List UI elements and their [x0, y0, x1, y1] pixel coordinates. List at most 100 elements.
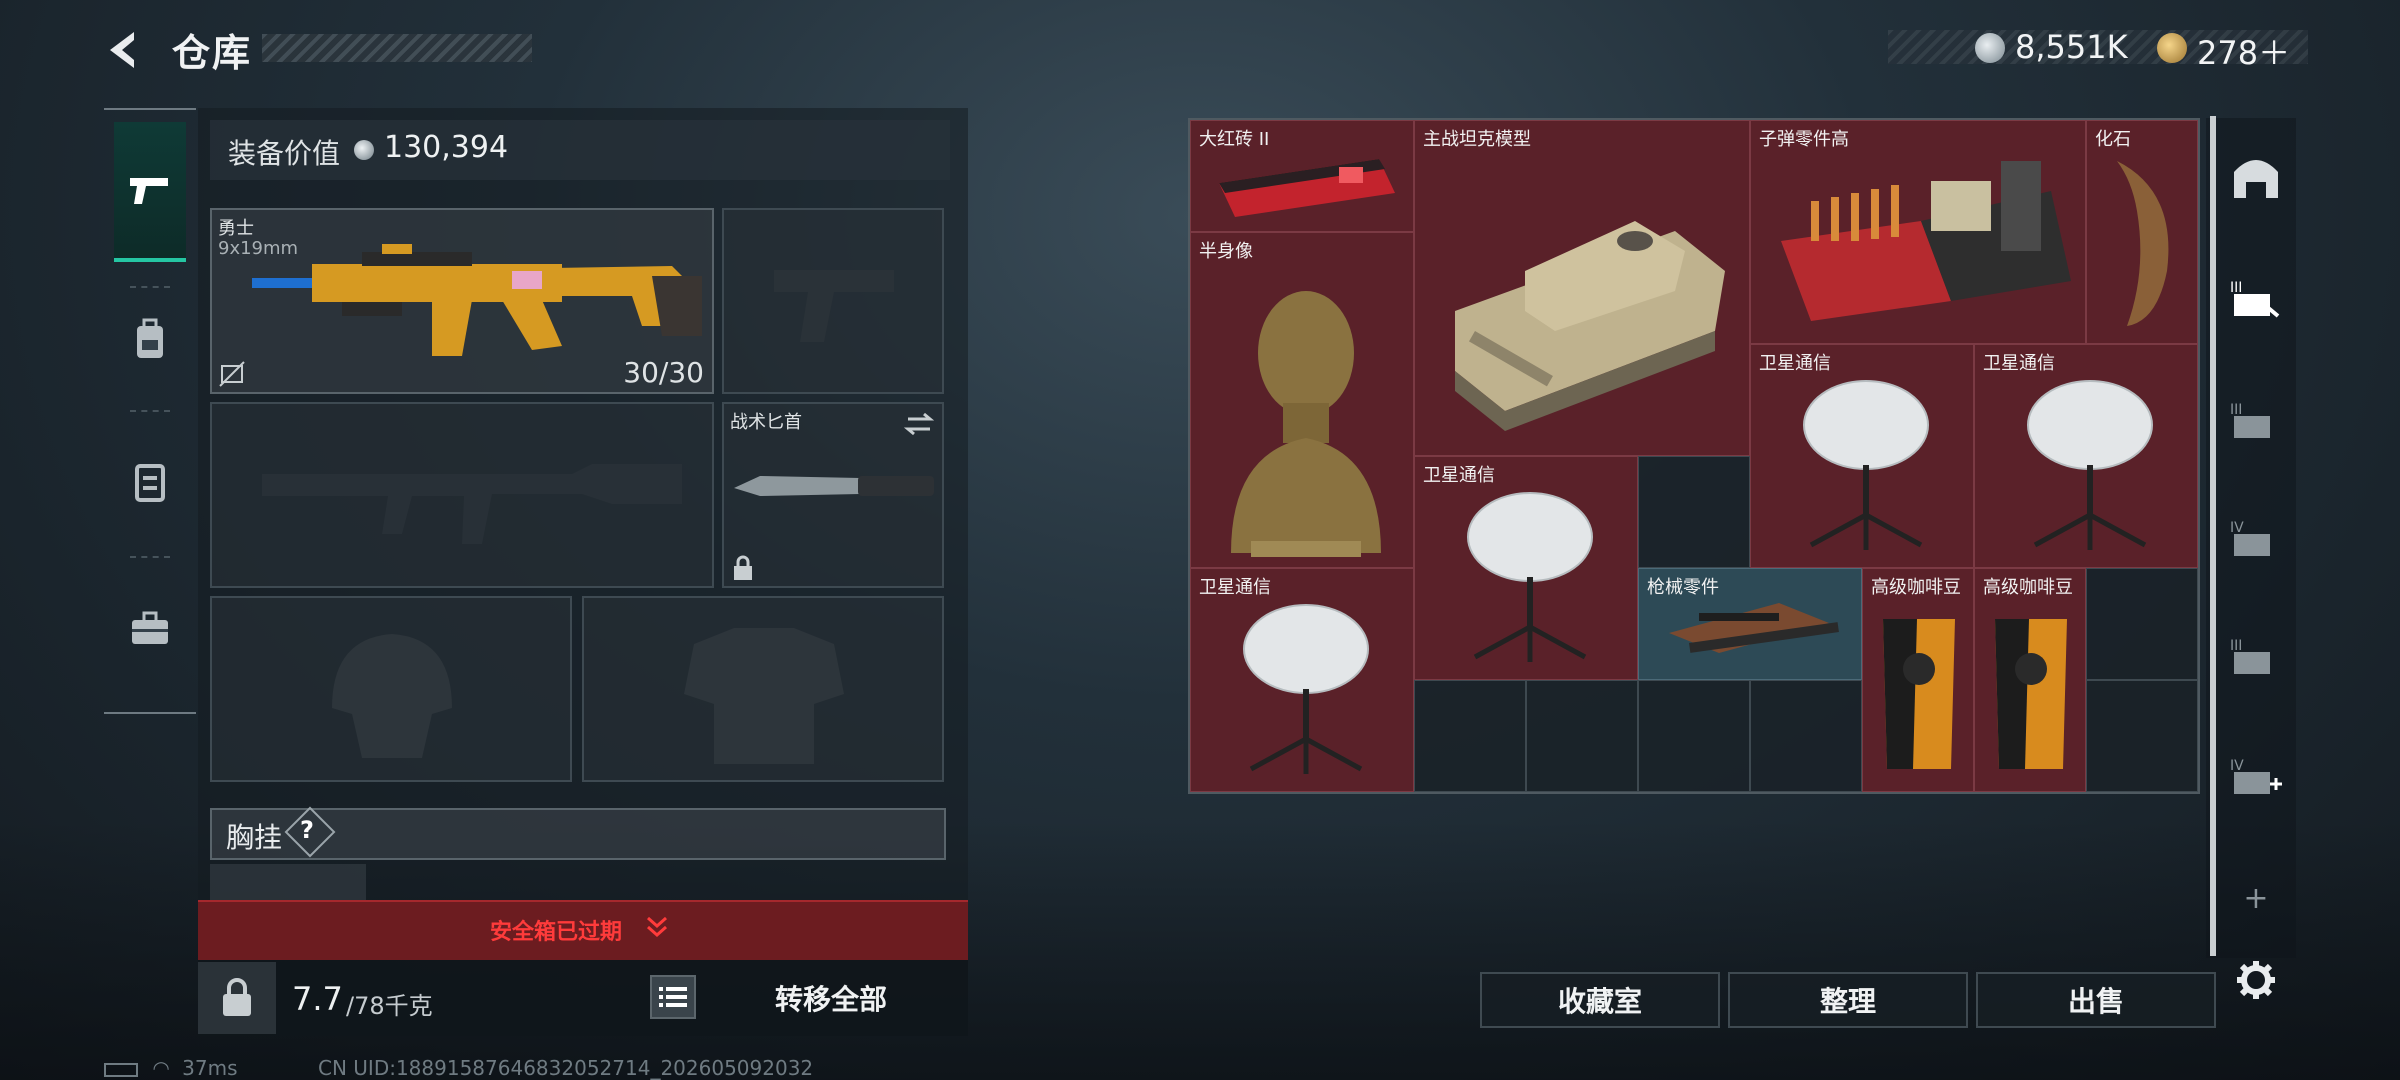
item-label: 卫星通信: [1423, 465, 1495, 486]
empty-cell[interactable]: [1526, 680, 1638, 792]
item-label: 主战坦克模型: [1423, 129, 1531, 150]
item-label: 高级咖啡豆: [1983, 577, 2073, 598]
stash-item[interactable]: 卫星通信: [1974, 344, 2198, 568]
satellite-dish-icon: [2027, 380, 2153, 550]
title-decoration: [262, 34, 532, 62]
battery-icon: [104, 1062, 138, 1077]
page-title: 仓库: [172, 31, 253, 75]
stash-home-button[interactable]: [2228, 150, 2284, 206]
weight-max: /78千克: [346, 992, 433, 1020]
helmet-slot[interactable]: [210, 596, 572, 782]
svg-text:III: III: [2230, 402, 2242, 418]
stash-item[interactable]: 枪械零件: [1638, 568, 1862, 680]
stash-item[interactable]: 大红砖 II: [1190, 120, 1414, 232]
fossil-icon: [2117, 161, 2169, 326]
safe-box-expired-text: 安全箱已过期: [490, 920, 623, 945]
item-label: 高级咖啡豆: [1871, 577, 1961, 598]
gun-parts-icon: [1669, 603, 1839, 653]
rig-icon: [135, 464, 165, 502]
stash-item[interactable]: 卫星通信: [1414, 456, 1638, 680]
coffee-bag-icon: [1883, 619, 1955, 769]
vault-icon: [2234, 160, 2278, 198]
stash-page-3b-button[interactable]: III: [2228, 392, 2284, 448]
ammo-count: 30/30: [623, 356, 704, 389]
item-label: 卫星通信: [1983, 353, 2055, 374]
tab-case[interactable]: [114, 558, 186, 698]
transfer-all-button[interactable]: 转移全部: [706, 962, 956, 1034]
empty-cell[interactable]: [2086, 568, 2198, 680]
equipment-value: 130,394: [384, 130, 509, 165]
lock-weight-box[interactable]: [198, 962, 276, 1034]
secondary-weapon-slot[interactable]: [210, 402, 714, 588]
stash-item[interactable]: 主战坦克模型: [1414, 120, 1750, 456]
stash-item[interactable]: 高级咖啡豆: [1862, 568, 1974, 792]
weight-current: 7.7: [292, 980, 343, 1018]
svg-text:IV: IV: [2230, 758, 2244, 774]
stash-item[interactable]: 化石: [2086, 120, 2198, 344]
item-label: 半身像: [1199, 241, 1253, 262]
token-icon: [2157, 33, 2187, 63]
user-uid: CN UID:18891587646832052714_202605092032: [318, 1056, 814, 1080]
primary-weapon-slot[interactable]: 勇士 9x19mm 30/30: [210, 208, 714, 394]
collection-room-button[interactable]: 收藏室: [1480, 972, 1720, 1028]
ammo-parts-icon: [1781, 161, 2071, 321]
svg-text:III: III: [2230, 638, 2242, 654]
stash-page-3c-button[interactable]: III: [2228, 628, 2284, 684]
backpack-icon: [137, 318, 163, 358]
category-tabs: [104, 108, 196, 714]
empty-cell[interactable]: [1638, 456, 1750, 568]
stash-item[interactable]: 卫星通信: [1750, 344, 1974, 568]
stash-item[interactable]: 卫星通信: [1190, 568, 1414, 792]
add-stash-page-button[interactable]: +: [2228, 870, 2284, 926]
tank-model-icon: [1455, 221, 1725, 431]
settings-button[interactable]: [2228, 952, 2284, 1008]
money-amount[interactable]: 8,551K: [2015, 28, 2128, 66]
pistol-slot[interactable]: [722, 208, 944, 394]
item-label: 子弹零件高: [1759, 129, 1849, 150]
stash-page-4b-button[interactable]: IV: [2228, 748, 2284, 804]
weight-lock-icon: [223, 978, 251, 1016]
empty-cell[interactable]: [2086, 680, 2198, 792]
empty-cell[interactable]: [1750, 680, 1862, 792]
empty-cell[interactable]: [1414, 680, 1526, 792]
svg-text:III: III: [2230, 280, 2242, 296]
stash-item[interactable]: 半身像: [1190, 232, 1414, 568]
swap-icon[interactable]: [904, 410, 934, 438]
lock-icon: [734, 555, 752, 580]
back-arrow-icon[interactable]: [100, 26, 148, 74]
tactical-knife-icon: [734, 476, 934, 496]
equipment-value-label: 装备价值: [228, 137, 341, 170]
stash-page-icon: IV: [2230, 520, 2270, 556]
coffee-bag-icon: [1995, 619, 2067, 769]
tab-weapon[interactable]: [114, 122, 186, 262]
sort-button[interactable]: 整理: [1728, 972, 1968, 1028]
coin-icon: [354, 140, 374, 160]
item-label: 化石: [2095, 129, 2131, 150]
stash-item[interactable]: 子弹零件高: [1750, 120, 2086, 344]
scrollbar[interactable]: [2210, 116, 2216, 956]
stash-page-4-button[interactable]: IV: [2228, 510, 2284, 566]
stash-page-3-button[interactable]: III: [2228, 270, 2284, 326]
gear-icon: [2237, 961, 2275, 999]
rifle-silhouette-icon: [262, 464, 682, 544]
ping-value: 37ms: [182, 1056, 238, 1080]
armor-slot[interactable]: [582, 596, 944, 782]
satellite-dish-icon: [1243, 604, 1369, 774]
item-label: 大红砖 II: [1199, 129, 1270, 150]
stash-page-icon: III: [2230, 402, 2270, 438]
stash-item[interactable]: 高级咖啡豆: [1974, 568, 2086, 792]
double-chevron-down-icon: [647, 916, 667, 938]
token-amount[interactable]: 278＋: [2197, 28, 2290, 74]
stash-grid: 大红砖 II 主战坦克模型 子弹零件高 化石 半身像 卫星通信 卫星通信 卫星通…: [1188, 118, 2200, 794]
empty-cell[interactable]: [1638, 680, 1750, 792]
list-view-button[interactable]: [650, 975, 696, 1019]
satellite-dish-icon: [1467, 492, 1593, 662]
tab-rig[interactable]: [114, 412, 186, 552]
sell-button[interactable]: 出售: [1976, 972, 2216, 1028]
pistol-silhouette-icon: [774, 270, 894, 342]
knife-slot[interactable]: 战术匕首: [722, 402, 944, 588]
chest-rig-label: 胸挂: [226, 821, 283, 854]
tab-backpack[interactable]: [114, 270, 186, 410]
ping-status: ◠ 37ms: [104, 1056, 238, 1080]
red-brick-icon: [1219, 159, 1395, 217]
